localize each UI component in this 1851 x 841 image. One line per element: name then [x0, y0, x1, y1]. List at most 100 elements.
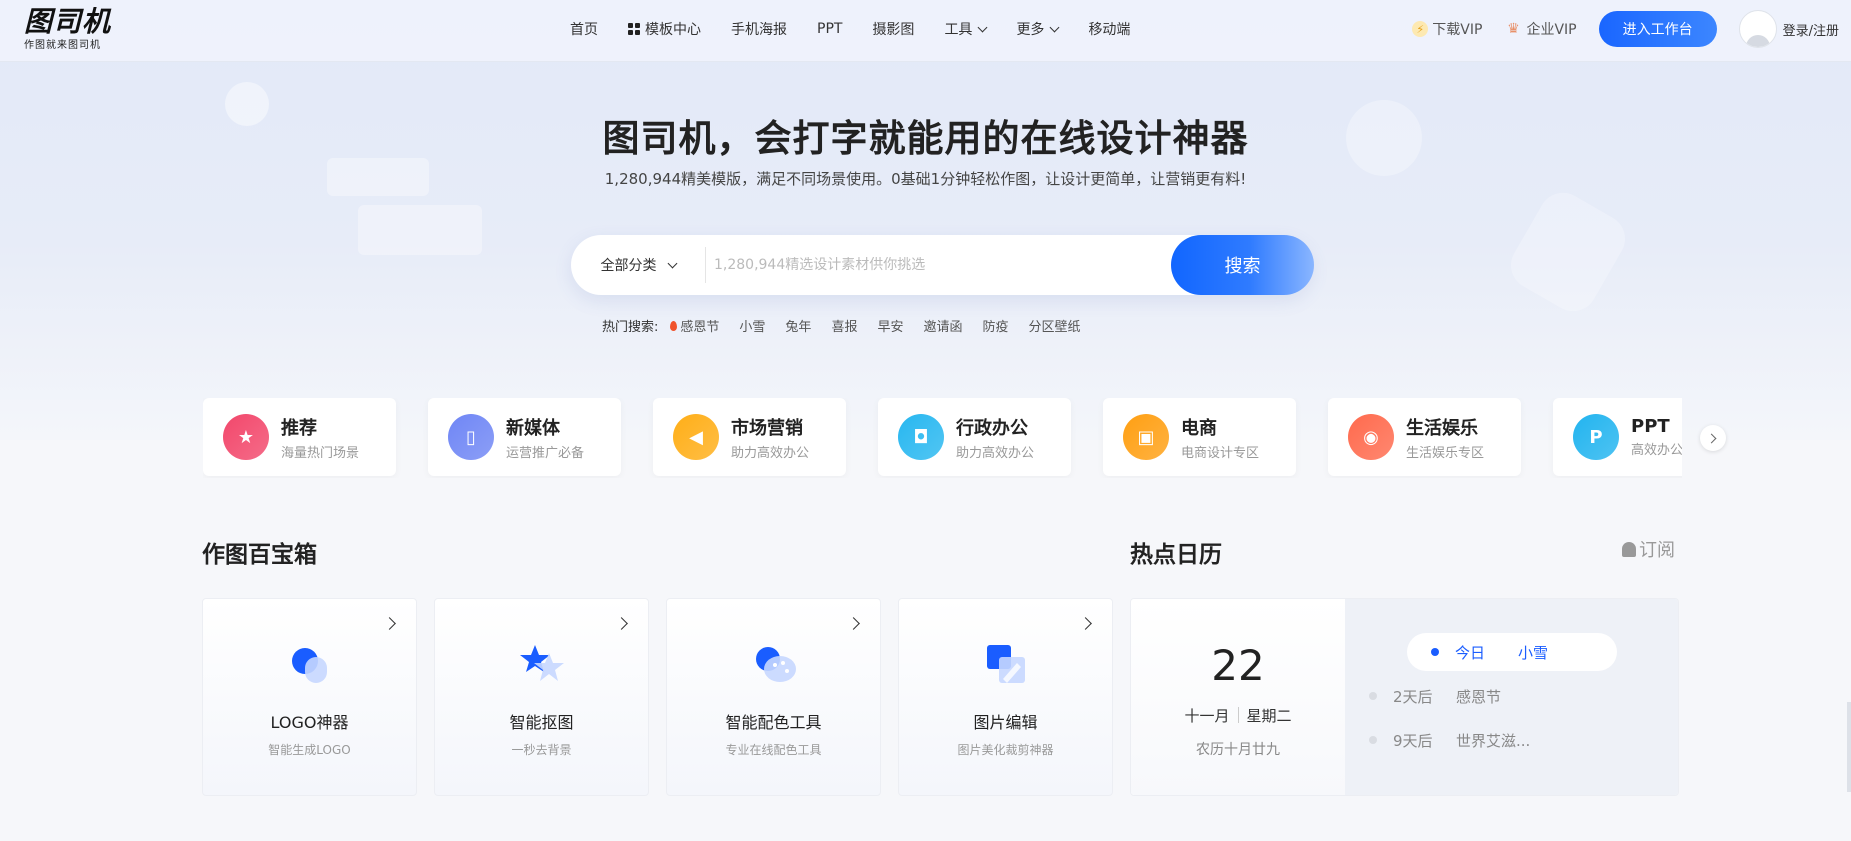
category-card[interactable]: ◉ 生活娱乐 生活娱乐专区: [1328, 398, 1521, 476]
hot-search-item[interactable]: 小雪: [739, 316, 765, 335]
event-when: 今日: [1455, 643, 1486, 662]
user-area: ⚡ 下载VIP ♛ 企业VIP 进入工作台 登录/注册: [1412, 0, 1851, 58]
chevron-down-icon: [1049, 22, 1060, 32]
category-card[interactable]: ▯ 新媒体运营推广必备: [428, 398, 621, 476]
nav-item-label: 更多: [1016, 22, 1045, 38]
chevron-right-icon: [383, 617, 396, 630]
site-logo[interactable]: 图司机 作图就来图司机: [24, 6, 111, 52]
hot-searches: 热门搜索: 感恩节 小雪 兔年 喜报 早安 邀请函 防疫 分区壁纸: [602, 316, 1101, 335]
nav-item-4[interactable]: 摄影图: [872, 19, 914, 39]
nav-item-5[interactable]: 工具: [944, 19, 988, 39]
hot-search-label: 喜报: [831, 320, 858, 335]
nav-item-label: PPT: [817, 21, 843, 37]
hot-search-item[interactable]: 喜报: [831, 316, 857, 335]
nav-item-6[interactable]: 更多: [1016, 19, 1060, 39]
tool-card[interactable]: 智能抠图 一秒去背景: [434, 598, 649, 796]
calendar-lunar-date: 农历十月廿九: [1196, 742, 1280, 758]
shield-star-icon: ★: [223, 414, 269, 460]
category-desc: 高效办公: [1631, 443, 1682, 458]
hot-search-item[interactable]: 早安: [877, 316, 903, 335]
tool-desc: 智能生成LOGO: [268, 743, 351, 757]
hot-search-label: 邀请函: [923, 320, 963, 335]
category-text: 市场营销 助力高效办公: [731, 414, 809, 461]
category-title: 生活娱乐: [1406, 417, 1478, 439]
tool-card[interactable]: LOGO神器智能生成LOGO: [202, 598, 417, 796]
nav-item-0[interactable]: 首页: [570, 19, 598, 39]
category-title: 新媒体: [506, 417, 560, 439]
category-card[interactable]: ▣ 电商 电商设计专区: [1103, 398, 1296, 476]
tool-card[interactable]: 智能配色工具 专业在线配色工具: [666, 598, 881, 796]
search-input[interactable]: [706, 257, 1171, 273]
category-desc: 运营推广必备: [506, 445, 585, 461]
hero-subtitle: 1,280,944精美模版，满足不同场景使用。0基础1分钟轻松作图，让设计更简单…: [604, 170, 1247, 188]
subscribe-button[interactable]: 订阅: [1622, 536, 1675, 562]
tool-desc: 一秒去背景: [511, 743, 572, 757]
hot-search-item[interactable]: 分区壁纸: [1029, 316, 1081, 335]
hot-search-item[interactable]: 防疫: [982, 316, 1008, 335]
chevron-right-icon: [615, 617, 628, 630]
phone-chat-icon: ▯: [448, 414, 494, 460]
top-navbar: 图司机 作图就来图司机 首页 模板中心 手机海报 PPT 摄影图 工具 更多 移动端 ⚡ 下载…: [0, 0, 1851, 62]
nav-item-2[interactable]: 手机海报: [731, 19, 787, 39]
category-desc: 电商设计专区: [1181, 445, 1260, 461]
tool-name: 图片编辑: [973, 713, 1038, 732]
category-card[interactable]: ★ 推荐 海量热门场景: [203, 398, 396, 476]
grid-icon: [628, 23, 640, 35]
category-title: 市场营销: [731, 417, 803, 439]
calendar-event[interactable]: 今日 小雪: [1407, 633, 1617, 671]
decor-card: [358, 205, 482, 255]
nav-item-label: 移动端: [1088, 22, 1131, 38]
calendar-weekday: 星期二: [1246, 707, 1292, 725]
event-name: 小雪: [1518, 643, 1549, 662]
category-title: 推荐: [281, 417, 317, 439]
search-button[interactable]: 搜索: [1171, 235, 1314, 295]
category-card[interactable]: ◘ 行政办公 助力高效办公: [878, 398, 1071, 476]
enterprise-vip-link[interactable]: ♛ 企业VIP: [1504, 19, 1576, 39]
calendar-date-panel: 22 十一月 星期二 农历十月廿九: [1131, 599, 1345, 795]
nav-item-label: 手机海报: [731, 22, 787, 38]
ppt-file-icon: P: [1573, 414, 1619, 460]
tool-card[interactable]: 图片编辑图片美化裁剪神器: [898, 598, 1113, 796]
nav-item-1[interactable]: 模板中心: [628, 19, 701, 39]
hot-search-label: 防疫: [982, 320, 1009, 335]
category-next-button[interactable]: [1700, 425, 1726, 451]
cutout-star-icon: [519, 641, 567, 689]
event-dot: [1369, 692, 1377, 700]
category-card[interactable]: P PPT 高效办公: [1553, 398, 1682, 476]
calendar-event[interactable]: 9天后 世界艾滋...: [1345, 721, 1678, 759]
hot-search-label: 早安: [877, 320, 904, 335]
chevron-down-icon: [667, 258, 677, 268]
event-when: 9天后: [1393, 731, 1433, 750]
calendar-event[interactable]: 2天后 感恩节: [1345, 677, 1678, 715]
calendar-day: 22: [1211, 641, 1265, 690]
download-vip-link[interactable]: ⚡ 下载VIP: [1412, 19, 1482, 39]
folder-user-icon: ◘: [898, 414, 944, 460]
login-register-link[interactable]: 登录/注册: [1783, 20, 1839, 39]
hot-search-item[interactable]: 邀请函: [923, 316, 962, 335]
avatar-icon[interactable]: [1738, 10, 1777, 48]
logo-maker-icon: [287, 641, 335, 689]
nav-item-label: 摄影图: [872, 22, 915, 38]
palette-icon: [751, 641, 799, 689]
category-text: 推荐 海量热门场景: [281, 414, 359, 461]
category-title: PPT: [1631, 416, 1670, 437]
scrollbar[interactable]: [1847, 702, 1851, 792]
tool-desc: 图片美化裁剪神器: [957, 743, 1054, 757]
category-dropdown[interactable]: 全部分类: [571, 255, 705, 275]
hot-search-item[interactable]: 感恩节: [670, 316, 719, 335]
tool-name: LOGO神器: [270, 713, 349, 732]
hot-search-label: 小雪: [739, 320, 766, 335]
nav-item-3[interactable]: PPT: [817, 21, 842, 37]
chevron-right-icon: [847, 617, 860, 630]
shopping-bag-icon: ▣: [1123, 414, 1169, 460]
workspace-button[interactable]: 进入工作台: [1598, 11, 1717, 47]
hot-calendar: 22 十一月 星期二 农历十月廿九 今日 小雪 2天后 感恩节 9天后 世界艾滋...: [1130, 598, 1679, 796]
category-card[interactable]: ◀ 市场营销 助力高效办公: [653, 398, 846, 476]
hot-search-item[interactable]: 兔年: [785, 316, 811, 335]
category-dropdown-label: 全部分类: [600, 258, 657, 274]
nav-item-7[interactable]: 移动端: [1088, 19, 1130, 39]
category-desc: 生活娱乐专区: [1406, 445, 1485, 461]
lightning-icon: ⚡: [1412, 21, 1429, 37]
tool-desc: 专业在线配色工具: [725, 743, 822, 757]
hero-title: 图司机，会打字就能用的在线设计神器: [602, 117, 1249, 160]
